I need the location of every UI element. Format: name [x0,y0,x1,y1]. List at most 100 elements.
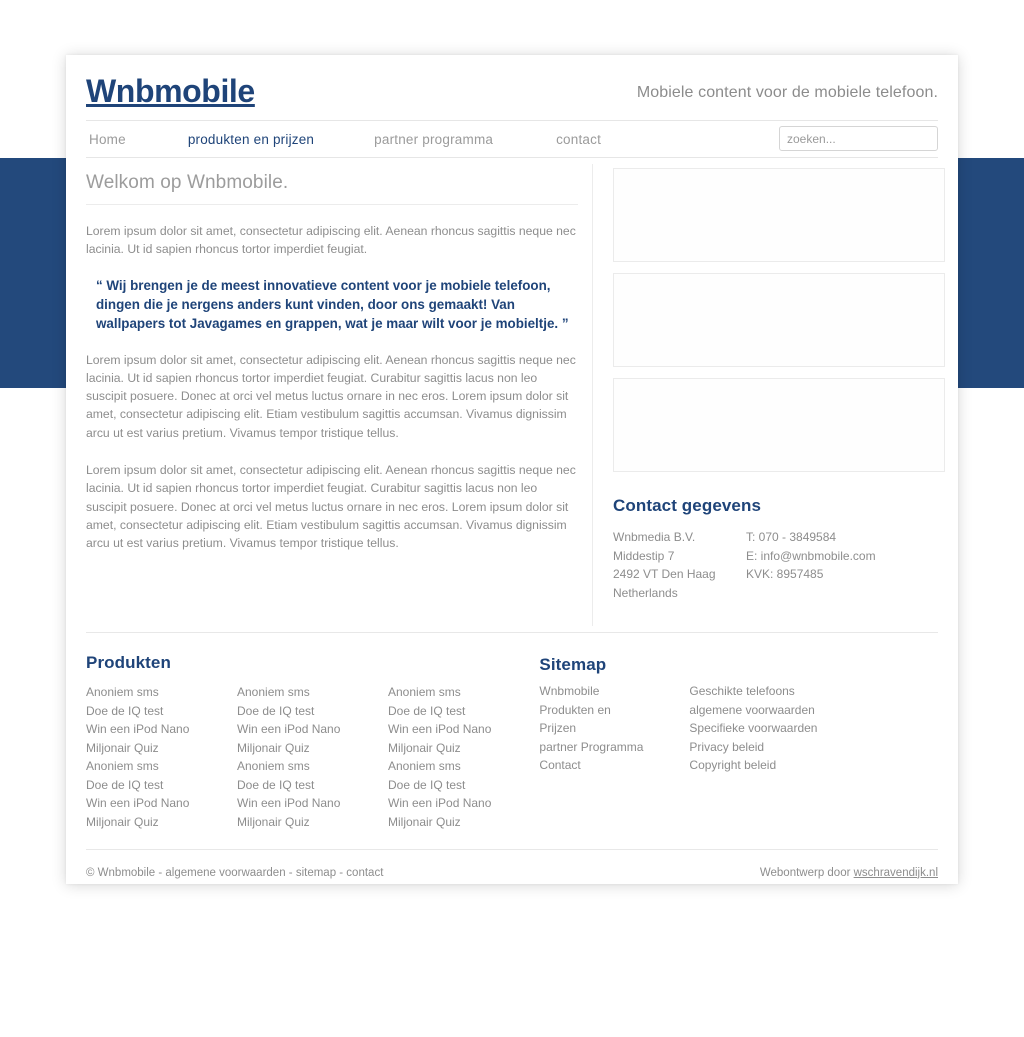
footer-link[interactable]: Win een iPod Nano [86,796,237,811]
footer-link[interactable]: algemene voorwaarden [689,703,839,718]
footer-links: Produkten Anoniem sms Doe de IQ test Win… [66,633,958,849]
list-item[interactable]: Miljonair Quiz [388,741,539,756]
list-item[interactable]: Anoniem sms [86,759,237,774]
body-paragraph-2: Lorem ipsum dolor sit amet, consectetur … [86,352,576,440]
footer-link[interactable]: Wnbmobile [539,684,689,699]
list-item[interactable]: Doe de IQ test [388,704,539,719]
contact-address-line: Middestip 7 [613,548,675,563]
footer-link[interactable]: Anoniem sms [388,759,539,774]
footer-link[interactable]: Anoniem sms [86,759,237,774]
list-item[interactable]: Wnbmobile [539,684,689,699]
list-item[interactable]: Doe de IQ test [86,704,237,719]
list-item[interactable]: partner Programma [539,740,689,755]
list-item[interactable]: Specifieke voorwaarden [689,721,839,736]
footer-link[interactable]: Anoniem sms [86,685,237,700]
footer-link[interactable]: Prijzen [539,721,689,736]
nav-item-partner-programma[interactable]: partner programma [374,121,493,157]
list-item[interactable]: Anoniem sms [388,685,539,700]
list-item[interactable]: algemene voorwaarden [689,703,839,718]
footer-link[interactable]: Miljonair Quiz [388,815,539,830]
contact-heading: Contact gegevens [613,496,762,515]
footer-link[interactable]: Win een iPod Nano [388,722,539,737]
footer-link[interactable]: Anoniem sms [237,685,388,700]
footer-link[interactable]: Geschikte telefoons [689,684,839,699]
sidebar-banner-box-1[interactable] [613,168,945,262]
footer-link[interactable]: Anoniem sms [237,759,388,774]
list-item[interactable]: Miljonair Quiz [237,815,388,830]
list-item[interactable]: Win een iPod Nano [237,796,388,811]
highlight-quote: “ Wij brengen je de meest innovatieve co… [96,277,569,331]
footer-link[interactable]: Win een iPod Nano [86,722,237,737]
contact-phone: T: 070 - 3849584 [746,530,837,544]
list-item[interactable]: Doe de IQ test [388,778,539,793]
site-tagline: Mobiele content voor de mobiele telefoon… [636,84,938,101]
footer-sitemap-column-1: Wnbmobile Produkten en Prijzen partner P… [539,684,689,777]
list-item[interactable]: Anoniem sms [237,759,388,774]
list-item[interactable]: Win een iPod Nano [388,722,539,737]
nav-link-contact[interactable]: contact [556,132,601,147]
list-item[interactable]: Miljonair Quiz [86,815,237,830]
list-item[interactable]: Win een iPod Nano [86,796,237,811]
sidebar-banner-box-3[interactable] [613,378,945,472]
footer-link[interactable]: Miljonair Quiz [237,815,388,830]
site-header: Wnbmobile Mobiele content voor de mobiel… [66,55,958,120]
sidebar-banner-box-2[interactable] [613,273,945,367]
credit-text: Webontwerp door wschravendijk.nl [760,867,938,879]
contact-kvk: KVK: 8957485 [746,567,824,581]
list-item[interactable]: Miljonair Quiz [388,815,539,830]
footer-link[interactable]: Win een iPod Nano [388,796,539,811]
contact-address-line: Netherlands [613,585,678,600]
list-item[interactable]: Privacy beleid [689,740,839,755]
footer-link[interactable]: Miljonair Quiz [237,741,388,756]
footer-link[interactable]: Anoniem sms [388,685,539,700]
site-logo[interactable]: Wnbmobile [86,73,255,110]
footer-link[interactable]: Miljonair Quiz [388,741,539,756]
list-item[interactable]: Contact [539,758,689,773]
list-item[interactable]: Geschikte telefoons [689,684,839,699]
footer-link[interactable]: Doe de IQ test [86,704,237,719]
nav-item-contact[interactable]: contact [556,121,601,157]
footer-link[interactable]: partner Programma [539,740,689,755]
footer-produkten-column-3: Anoniem sms Doe de IQ test Win een iPod … [388,685,539,833]
nav-link-produkten-en-prijzen[interactable]: produkten en prijzen [188,132,314,147]
footer-link[interactable]: Doe de IQ test [388,778,539,793]
footer-column-group: Produkten Anoniem sms Doe de IQ test Win… [86,653,938,833]
list-item[interactable]: Doe de IQ test [237,704,388,719]
footer-link[interactable]: Produkten en [539,703,689,718]
footer-link[interactable]: Specifieke voorwaarden [689,721,839,736]
list-item[interactable]: Anoniem sms [237,685,388,700]
footer-link[interactable]: Win een iPod Nano [237,722,388,737]
list-item[interactable]: Doe de IQ test [237,778,388,793]
footer-link[interactable]: Miljonair Quiz [86,815,237,830]
footer-link[interactable]: Copyright beleid [689,758,839,773]
nav-item-produkten-en-prijzen[interactable]: produkten en prijzen [188,121,314,157]
list-item[interactable]: Copyright beleid [689,758,839,773]
copyright-text: © Wnbmobile - algemene voorwaarden - sit… [86,866,384,879]
footer-link[interactable]: Privacy beleid [689,740,839,755]
list-item[interactable]: Miljonair Quiz [86,741,237,756]
list-item[interactable]: Doe de IQ test [86,778,237,793]
list-item[interactable]: Win een iPod Nano [388,796,539,811]
search-box[interactable] [779,126,938,151]
footer-link[interactable]: Win een iPod Nano [237,796,388,811]
list-item[interactable]: Win een iPod Nano [237,722,388,737]
nav-link-home[interactable]: Home [89,132,126,147]
credit-link[interactable]: wschravendijk.nl [854,867,938,879]
nav-item-home[interactable]: Home [89,121,126,157]
footer-link[interactable]: Contact [539,758,689,773]
list-item[interactable]: Prijzen [539,721,689,736]
list-item[interactable]: Win een iPod Nano [86,722,237,737]
footer-link[interactable]: Doe de IQ test [388,704,539,719]
footer-link[interactable]: Doe de IQ test [237,778,388,793]
list-item[interactable]: Miljonair Quiz [237,741,388,756]
footer-link[interactable]: Doe de IQ test [237,704,388,719]
footer-produkten-column-1: Anoniem sms Doe de IQ test Win een iPod … [86,685,237,833]
site-card: Wnbmobile Mobiele content voor de mobiel… [66,55,958,884]
footer-link[interactable]: Doe de IQ test [86,778,237,793]
search-input[interactable] [780,127,937,150]
list-item[interactable]: Produkten en [539,703,689,718]
list-item[interactable]: Anoniem sms [86,685,237,700]
footer-link[interactable]: Miljonair Quiz [86,741,237,756]
nav-link-partner-programma[interactable]: partner programma [374,132,493,147]
list-item[interactable]: Anoniem sms [388,759,539,774]
